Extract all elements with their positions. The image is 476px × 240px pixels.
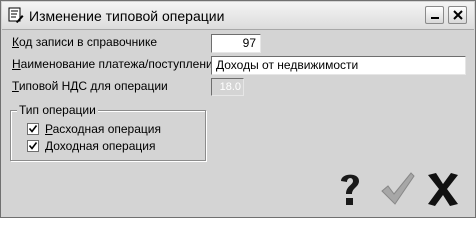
help-question-icon bbox=[332, 174, 370, 213]
ok-button[interactable] bbox=[379, 169, 417, 209]
cancel-x-icon bbox=[424, 173, 462, 213]
income-operation-checkbox[interactable] bbox=[27, 140, 39, 152]
ok-checkmark-icon bbox=[379, 172, 417, 213]
payment-name-field[interactable]: Доходы от недвижимости bbox=[211, 56, 466, 75]
expense-operation-label[interactable]: Расходная операция bbox=[45, 122, 161, 136]
window-title: Изменение типовой операции bbox=[29, 8, 225, 24]
vat-field: 18.0 bbox=[211, 78, 244, 96]
dialog-app-icon bbox=[8, 7, 24, 23]
title-bar[interactable]: Изменение типовой операции bbox=[2, 2, 474, 30]
income-operation-label[interactable]: Доходная операция bbox=[45, 139, 155, 153]
vat-label: Типовой НДС для операции bbox=[12, 79, 168, 93]
operation-type-legend: Тип операции bbox=[17, 103, 98, 117]
minimize-button[interactable] bbox=[425, 6, 444, 24]
dialog-window: Изменение типовой операции Код записи в … bbox=[0, 0, 476, 218]
cancel-button[interactable] bbox=[424, 169, 462, 209]
expense-operation-checkbox[interactable] bbox=[27, 123, 39, 135]
payment-name-label: Наименование платежа/поступления bbox=[12, 57, 220, 71]
record-code-label: Код записи в справочнике bbox=[12, 35, 158, 49]
record-code-field[interactable]: 97 bbox=[211, 34, 261, 53]
close-button[interactable] bbox=[448, 6, 467, 24]
help-button[interactable] bbox=[332, 169, 370, 209]
